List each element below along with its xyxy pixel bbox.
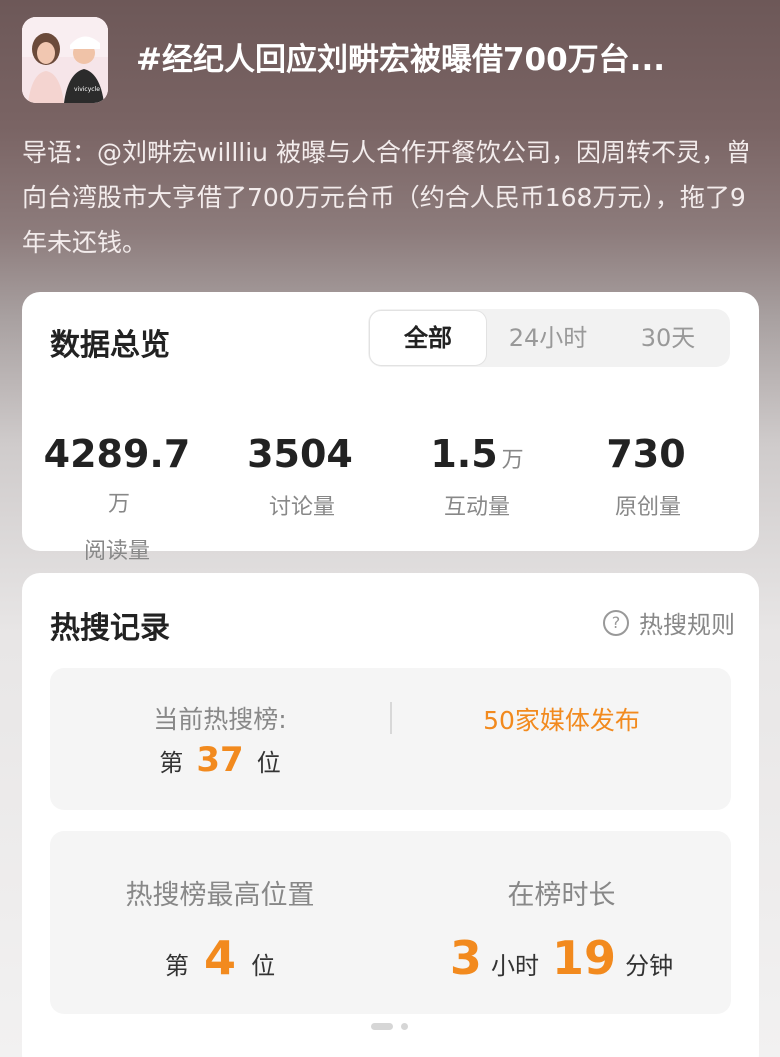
peak-rank: 第 4 位	[50, 931, 390, 985]
avatar-image: vivicycle	[22, 17, 108, 103]
stat-reads-label: 阅读量	[83, 539, 150, 564]
stat-originals: 730 原创量	[563, 432, 733, 521]
hot-search-title: 热搜记录	[50, 611, 170, 646]
duration-minutes: 19	[552, 931, 617, 985]
stat-interactions-value: 1.5	[430, 432, 498, 476]
topic-title: #经纪人回应刘畊宏被曝借700万台...	[136, 42, 666, 78]
stat-discussions-label: 讨论量	[268, 495, 335, 520]
tab-all[interactable]: 全部	[369, 310, 487, 366]
stat-discussions: 3504 讨论量	[217, 432, 387, 521]
hot-search-card: 热搜记录 ? 热搜规则 当前热搜榜: 第 37 位 50家媒体发布 热搜榜最高位…	[22, 573, 759, 1057]
peak-rank-prefix: 第	[164, 952, 189, 980]
tab-24-hours[interactable]: 24小时	[488, 309, 608, 367]
stat-originals-label: 原创量	[614, 495, 681, 520]
stat-interactions-unit: 万	[501, 448, 524, 473]
page-indicator	[371, 1023, 408, 1030]
current-rank-box: 当前热搜榜: 第 37 位 50家媒体发布	[50, 668, 731, 810]
topic-intro[interactable]: 导语：@刘畊宏willliu 被曝与人合作开餐饮公司，因周转不灵，曾向台湾股市大…	[22, 130, 757, 265]
duration-hours: 3	[449, 931, 482, 985]
current-rank: 第 37 位	[50, 740, 390, 780]
duration: 3 小时 19 分钟	[392, 931, 731, 985]
current-rank-label: 当前热搜榜:	[153, 705, 287, 734]
current-rank-value: 37	[196, 740, 244, 780]
time-range-tabs: 全部 24小时 30天	[368, 309, 730, 367]
hot-search-rules-label: 热搜规则	[639, 611, 735, 639]
avatar-shirt-text: vivicycle	[74, 86, 100, 93]
hot-search-rules-link[interactable]: ? 热搜规则	[603, 605, 735, 640]
stat-originals-value: 730	[606, 432, 686, 476]
tab-30-days[interactable]: 30天	[608, 309, 728, 367]
peak-rank-suffix: 位	[251, 952, 276, 980]
page-indicator-dot	[401, 1023, 408, 1030]
stat-reads: 4289.7 万 阅读量	[32, 432, 202, 565]
peak-rank-value: 4	[203, 931, 236, 985]
stat-interactions: 1.5 万 互动量	[392, 432, 562, 521]
stat-reads-value: 4289.7	[43, 432, 191, 476]
page-indicator-active	[371, 1023, 393, 1030]
topic-header: vivicycle #经纪人回应刘畊宏被曝借700万台... 导语：@刘畊宏wi…	[0, 0, 780, 290]
current-rank-suffix: 位	[256, 749, 281, 777]
duration-label: 在榜时长	[507, 880, 616, 911]
peak-rank-label: 热搜榜最高位置	[125, 880, 315, 911]
topic-avatar[interactable]: vivicycle	[22, 17, 108, 103]
duration-hours-unit: 小时	[490, 952, 539, 980]
question-circle-icon: ?	[603, 609, 629, 636]
data-overview-title: 数据总览	[50, 328, 170, 363]
data-overview-card: 数据总览 全部 24小时 30天 4289.7 万 阅读量 3504 讨论量 1.…	[22, 292, 759, 564]
stat-interactions-label: 互动量	[443, 495, 510, 520]
stat-discussions-value: 3504	[247, 432, 353, 476]
stat-reads-unit: 万	[107, 492, 130, 517]
media-count-link[interactable]: 50家媒体发布	[392, 701, 731, 737]
duration-minutes-unit: 分钟	[625, 952, 674, 980]
peak-duration-box: 热搜榜最高位置 第 4 位 在榜时长 3 小时 19 分钟	[50, 831, 731, 1014]
current-rank-prefix: 第	[159, 749, 184, 777]
